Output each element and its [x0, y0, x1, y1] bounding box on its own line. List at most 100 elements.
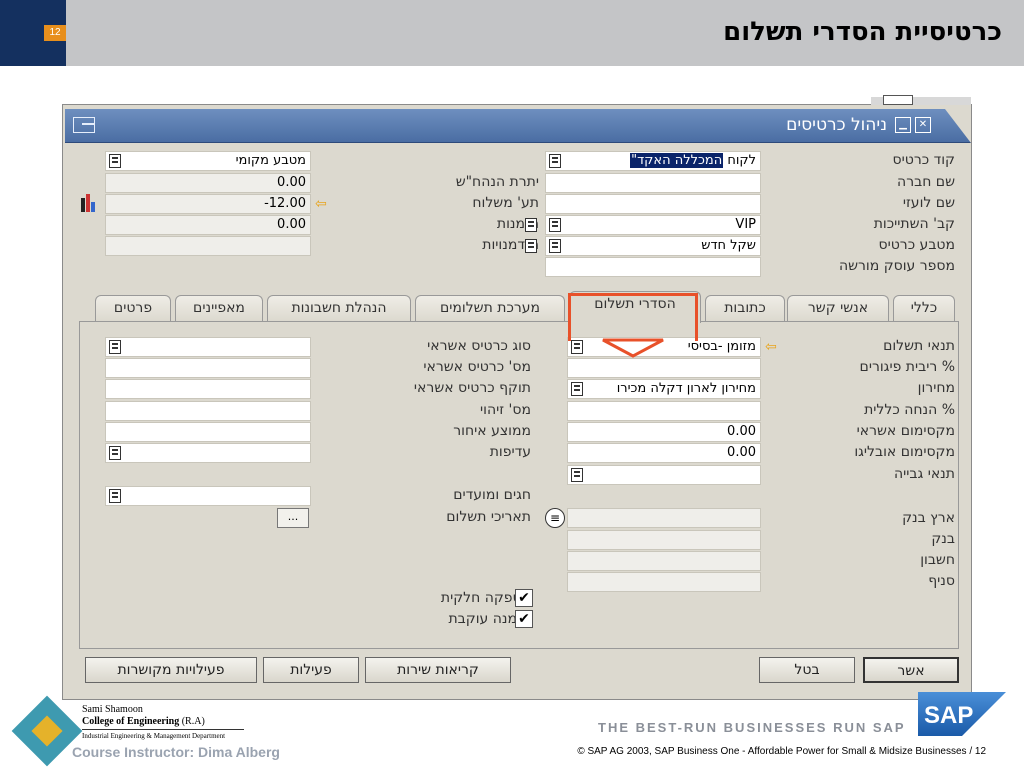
footer-copyright: © SAP AG 2003, SAP Business One - Afford…: [577, 746, 986, 757]
group-dropdown-icon[interactable]: [549, 218, 561, 232]
tax-id-field[interactable]: [545, 257, 761, 277]
orders-link-icon[interactable]: [525, 218, 537, 232]
label-holidays: חגים ומועדים: [453, 487, 531, 503]
bp-code-selected-text: המכללה האקד": [630, 153, 724, 168]
tab-contact-persons[interactable]: אנשי קשר: [787, 295, 889, 321]
tab-addresses[interactable]: כתובות: [705, 295, 785, 321]
payment-dates-button[interactable]: ...: [277, 508, 309, 528]
footer-instructor: Course Instructor: Dima Alberg: [72, 744, 280, 760]
foreign-name-field[interactable]: [545, 194, 761, 214]
credit-card-number-field[interactable]: [105, 358, 311, 378]
highlight-arrow-icon: [602, 338, 664, 358]
label-payment-terms: תנאי תשלום: [883, 338, 955, 354]
discount-field[interactable]: [567, 401, 761, 421]
bank-field[interactable]: [567, 530, 761, 550]
related-activities-button[interactable]: פעילויות מקושרות: [85, 657, 257, 683]
credit-card-type-dropdown-icon[interactable]: [109, 340, 121, 354]
label-branch: סניף: [928, 573, 955, 589]
window-menu-icon[interactable]: [73, 117, 95, 133]
label-bp-code: קוד כרטיס: [892, 152, 955, 168]
bp-currency-field[interactable]: שקל חדש: [545, 236, 761, 256]
footer-college: College of Engineering (R.A): [82, 716, 205, 727]
local-currency-dropdown-icon[interactable]: [109, 154, 121, 168]
priority-field[interactable]: [105, 443, 311, 463]
tab-properties[interactable]: מאפיינים: [175, 295, 263, 321]
sap-logo-icon: SAP: [918, 692, 1006, 736]
tab-payment-system[interactable]: מערכת תשלומים: [415, 295, 565, 321]
slide: 12 כרטיסיית הסדרי תשלום ניהול כרטיסים ▁ …: [0, 0, 1024, 768]
dunning-terms-field[interactable]: [567, 465, 761, 485]
label-account-balance: יתרת הנהח"ש: [455, 174, 539, 190]
tab-general[interactable]: כללי: [893, 295, 955, 321]
price-list-field[interactable]: מחירון לארון דקלה מכירו: [567, 379, 761, 399]
label-priority: עדיפות: [489, 444, 531, 460]
slide-number: 12: [44, 25, 66, 41]
price-list-dropdown-icon[interactable]: [571, 382, 583, 396]
footer-divider: [82, 729, 244, 730]
priority-dropdown-icon[interactable]: [109, 446, 121, 460]
slide-number-block: 12: [0, 0, 66, 66]
close-icon[interactable]: ✕: [915, 117, 931, 133]
name-field[interactable]: [545, 173, 761, 193]
label-bp-currency: מטבע כרטיס: [878, 237, 956, 253]
slide-title: כרטיסיית הסדרי תשלום: [723, 17, 1002, 47]
footer-tagline: THE BEST-RUN BUSINESSES RUN SAP: [598, 720, 906, 735]
bank-country-field[interactable]: [567, 508, 761, 528]
sap-logo-text: SAP: [924, 702, 973, 729]
label-bank: בנק: [931, 531, 955, 547]
label-credit-limit: מקסימום אשראי: [856, 423, 955, 439]
backorder-checkbox[interactable]: ✔: [515, 610, 533, 628]
minimize-icon[interactable]: ▁: [895, 117, 911, 133]
holidays-dropdown-icon[interactable]: [109, 489, 121, 503]
label-deliveries: תע' משלוח: [472, 195, 539, 211]
label-payment-dates: תאריכי תשלום: [446, 509, 531, 525]
label-name: שם חברה: [897, 174, 955, 190]
branch-field[interactable]: [567, 572, 761, 592]
credit-card-type-field[interactable]: [105, 337, 311, 357]
payment-terms-link-arrow-icon[interactable]: ⇦: [765, 340, 783, 354]
holidays-field[interactable]: [105, 486, 311, 506]
id-number-field[interactable]: [105, 401, 311, 421]
footer-college-suffix: (R.A): [181, 716, 205, 727]
service-calls-button[interactable]: קריאות שירות: [365, 657, 511, 683]
label-foreign-name: שם לועזי: [902, 195, 955, 211]
background-window-strip: [871, 95, 971, 105]
cancel-button[interactable]: בטל: [759, 657, 855, 683]
average-delay-field[interactable]: [105, 422, 311, 442]
dunning-terms-dropdown-icon[interactable]: [571, 468, 583, 482]
partial-delivery-checkbox[interactable]: ✔: [515, 589, 533, 607]
deliveries-field: -12.00: [105, 194, 311, 214]
credit-limit-field[interactable]: 0.00: [567, 422, 761, 442]
label-credit-card-type: סוג כרטיס אשראי: [427, 338, 531, 354]
interest-field[interactable]: [567, 358, 761, 378]
account-field[interactable]: [567, 551, 761, 571]
payment-terms-dropdown-icon[interactable]: [571, 340, 583, 354]
account-balance-field: 0.00: [105, 173, 311, 193]
label-dunning-terms: תנאי גבייה: [893, 466, 955, 482]
label-discount: % הנחה כללית: [864, 402, 955, 418]
activities-button[interactable]: פעילות: [263, 657, 359, 683]
bp-code-field[interactable]: לקוח המכללה האקד": [545, 151, 761, 171]
bp-type-dropdown-icon[interactable]: [549, 154, 561, 168]
label-average-delay: ממוצע איחור: [453, 423, 531, 439]
commitment-limit-field[interactable]: 0.00: [567, 443, 761, 463]
list-icon[interactable]: ≡: [545, 508, 565, 528]
tab-accounting[interactable]: הנהלת חשבונות: [267, 295, 411, 321]
local-currency-field[interactable]: מטבע מקומי: [105, 151, 311, 171]
label-group: קב' השתייכות: [873, 216, 955, 232]
ok-button[interactable]: אשר: [863, 657, 959, 683]
tab-remarks[interactable]: פרטים: [95, 295, 171, 321]
active-tab-highlight: [568, 293, 698, 341]
bar-chart-icon[interactable]: [79, 194, 99, 214]
footer-name: Sami Shamoon: [82, 704, 143, 715]
group-field[interactable]: VIP: [545, 215, 761, 235]
window-titlebar[interactable]: ניהול כרטיסים ▁ ✕: [65, 109, 971, 143]
label-commitment-limit: מקסימום אובליגו: [854, 444, 955, 460]
link-arrow-icon[interactable]: ⇦: [315, 197, 333, 211]
label-expiration: תוקף כרטיס אשראי: [413, 380, 531, 396]
label-account: חשבון: [920, 552, 955, 568]
opportunities-link-icon[interactable]: [525, 239, 537, 253]
footer-department: Industrial Engineering & Management Depa…: [82, 732, 226, 740]
bp-currency-dropdown-icon[interactable]: [549, 239, 561, 253]
expiration-field[interactable]: [105, 379, 311, 399]
